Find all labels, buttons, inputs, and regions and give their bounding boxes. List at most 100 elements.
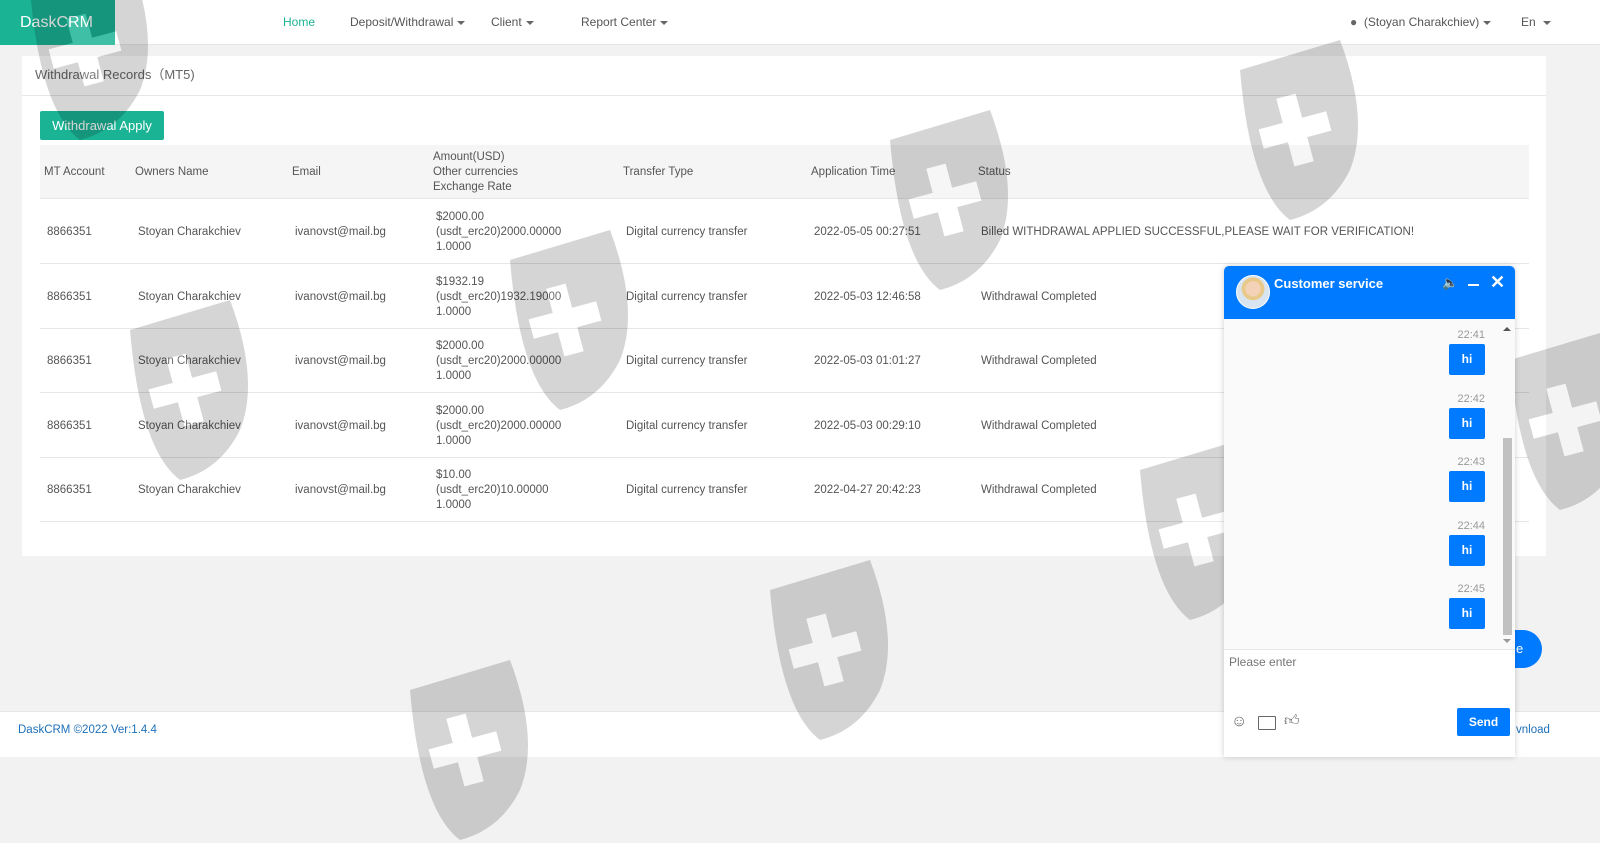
chat-scrollbar[interactable] [1501, 323, 1513, 648]
language-label: En [1521, 15, 1536, 29]
cell-amount-usd: $2000.00 [436, 404, 484, 417]
chat-title: Customer service [1274, 276, 1384, 291]
chat-message: 22:43 hi [1449, 456, 1485, 502]
cell-name: Stoyan Charakchiev [138, 484, 241, 496]
col-email: Email [292, 166, 321, 178]
cell-amount: $2000.00 (usdt_erc20)2000.00000 1.0000 [436, 404, 561, 449]
image-icon[interactable] [1258, 716, 1276, 730]
close-icon[interactable]: ✕ [1490, 272, 1505, 293]
cell-other-currency: (usdt_erc20)2000.00000 [436, 226, 562, 238]
cell-application-time: 2022-05-03 00:29:10 [814, 419, 921, 432]
cell-rate: 1.0000 [436, 434, 472, 447]
nav-label: Report Center [581, 15, 657, 29]
top-navbar: DaskCRM Home Deposit/Withdrawal Client R… [0, 0, 1600, 45]
nav-deposit-withdrawal[interactable]: Deposit/Withdrawal [350, 0, 466, 45]
col-owners-name: Owners Name [135, 166, 209, 178]
chat-message: 22:45 hi [1449, 583, 1485, 629]
col-transfer-type: Transfer Type [623, 166, 694, 178]
scroll-down-icon[interactable] [1503, 639, 1511, 643]
cell-rate: 1.0000 [436, 499, 472, 511]
cell-account: 8866351 [47, 290, 92, 303]
cell-amount-usd: $10.00 [436, 469, 472, 481]
cell-amount-usd: $2000.00 [436, 340, 484, 352]
nav-label: Client [491, 15, 522, 29]
cell-other-currency: (usdt_erc20)1932.19000 [436, 290, 562, 303]
cell-name: Stoyan Charakchiev [138, 419, 241, 432]
cell-account: 8866351 [47, 355, 92, 367]
col-exchange-rate: Exchange Rate [433, 181, 512, 193]
nav-home[interactable]: Home [283, 0, 315, 45]
cell-other-currency: (usdt_erc20)10.00000 [436, 484, 549, 496]
cell-account: 8866351 [47, 419, 92, 432]
col-application-time: Application Time [811, 166, 896, 178]
send-button[interactable]: Send [1457, 708, 1510, 736]
cell-status: Withdrawal Completed [981, 290, 1097, 303]
user-name: (Stoyan Charakchiev) [1363, 15, 1480, 29]
cell-transfer-type: Digital currency transfer [626, 484, 748, 496]
cell-status: Withdrawal Completed [981, 484, 1097, 496]
nav-report-center[interactable]: Report Center [581, 0, 669, 45]
cell-email: ivanovst@mail.bg [295, 226, 386, 238]
chat-header: Customer service 🔈 ✕ [1224, 266, 1515, 319]
cell-transfer-type: Digital currency transfer [626, 290, 748, 303]
nav-label: Deposit/Withdrawal [350, 15, 454, 29]
caret-down-icon [1543, 20, 1552, 25]
cell-email: ivanovst@mail.bg [295, 355, 386, 367]
cell-status: Withdrawal Completed [981, 355, 1097, 367]
nav-client[interactable]: Client [491, 0, 534, 45]
withdrawal-apply-button[interactable]: Withdrawal Apply [40, 111, 164, 140]
cell-transfer-type: Digital currency transfer [626, 419, 748, 432]
cell-application-time: 2022-05-05 00:27:51 [814, 226, 921, 238]
customer-service-chat: Customer service 🔈 ✕ 22:41 hi 22:42 hi 22:43… [1224, 266, 1515, 757]
download-link[interactable]: vnload [1516, 723, 1550, 738]
user-menu[interactable]: ● (Stoyan Charakchiev) [1350, 0, 1492, 45]
scroll-thumb[interactable] [1503, 438, 1512, 635]
cell-status: Billed WITHDRAWAL APPLIED SUCCESSFUL,PLE… [981, 226, 1415, 238]
message-bubble: hi [1449, 407, 1485, 439]
caret-down-icon [1483, 20, 1492, 25]
cell-status: Withdrawal Completed [981, 419, 1097, 432]
table-row: 8866351 Stoyan Charakchiev ivanovst@mail… [40, 200, 1529, 264]
scroll-up-icon[interactable] [1503, 327, 1511, 331]
floating-button-label: e [1516, 641, 1524, 656]
caret-down-icon [660, 20, 669, 25]
cell-other-currency: (usdt_erc20)2000.00000 [436, 419, 562, 432]
message-bubble: hi [1449, 471, 1485, 502]
cell-transfer-type: Digital currency transfer [626, 355, 748, 367]
cell-other-currency: (usdt_erc20)2000.00000 [436, 355, 562, 367]
cell-name: Stoyan Charakchiev [138, 290, 241, 303]
cell-amount: $1932.19 (usdt_erc20)1932.19000 1.0000 [436, 275, 561, 320]
message-bubble: hi [1449, 598, 1485, 629]
cell-application-time: 2022-05-03 01:01:27 [814, 355, 921, 367]
cell-rate: 1.0000 [436, 370, 472, 382]
col-amount: Amount(USD) Other currencies Exchange Rate [433, 150, 518, 195]
message-bubble: hi [1449, 344, 1485, 375]
chat-message: 22:41 hi [1449, 329, 1485, 375]
app-logo[interactable]: DaskCRM [0, 0, 115, 45]
chat-messages: 22:41 hi 22:42 hi 22:43 hi 22:44 hi 22:45 hi [1224, 319, 1515, 649]
speaker-icon[interactable]: 🔈 [1442, 275, 1458, 291]
cell-name: Stoyan Charakchiev [138, 226, 241, 238]
chat-input[interactable] [1229, 655, 1509, 705]
page-title: Withdrawal Records（MT5) [22, 56, 1546, 96]
cell-application-time: 2022-05-03 12:46:58 [814, 290, 921, 303]
footer-copyright: DaskCRM ©2022 Ver:1.4.4 [18, 724, 157, 736]
cell-account: 8866351 [47, 226, 92, 238]
message-time: 22:42 [1457, 392, 1485, 405]
cell-amount: $10.00 (usdt_erc20)10.00000 1.0000 [436, 468, 549, 513]
thumbs-up-icon[interactable]: 👍︎ [1284, 712, 1300, 730]
cell-application-time: 2022-04-27 20:42:23 [814, 484, 921, 496]
language-select[interactable]: En [1521, 0, 1552, 45]
cell-rate: 1.0000 [436, 305, 472, 318]
cell-rate: 1.0000 [436, 241, 472, 253]
emoji-icon[interactable]: ☺ [1231, 713, 1247, 731]
message-time: 22:41 [1457, 329, 1485, 341]
caret-down-icon [457, 20, 466, 25]
cell-amount-usd: $2000.00 [436, 211, 484, 223]
col-amount-usd: Amount(USD) [433, 151, 505, 163]
agent-avatar [1236, 275, 1270, 309]
cell-email: ivanovst@mail.bg [295, 419, 386, 432]
cell-amount: $2000.00 (usdt_erc20)2000.00000 1.0000 [436, 210, 561, 255]
minimize-icon[interactable] [1468, 284, 1479, 286]
table-header: MT Account Owners Name Email Amount(USD)… [40, 145, 1529, 199]
